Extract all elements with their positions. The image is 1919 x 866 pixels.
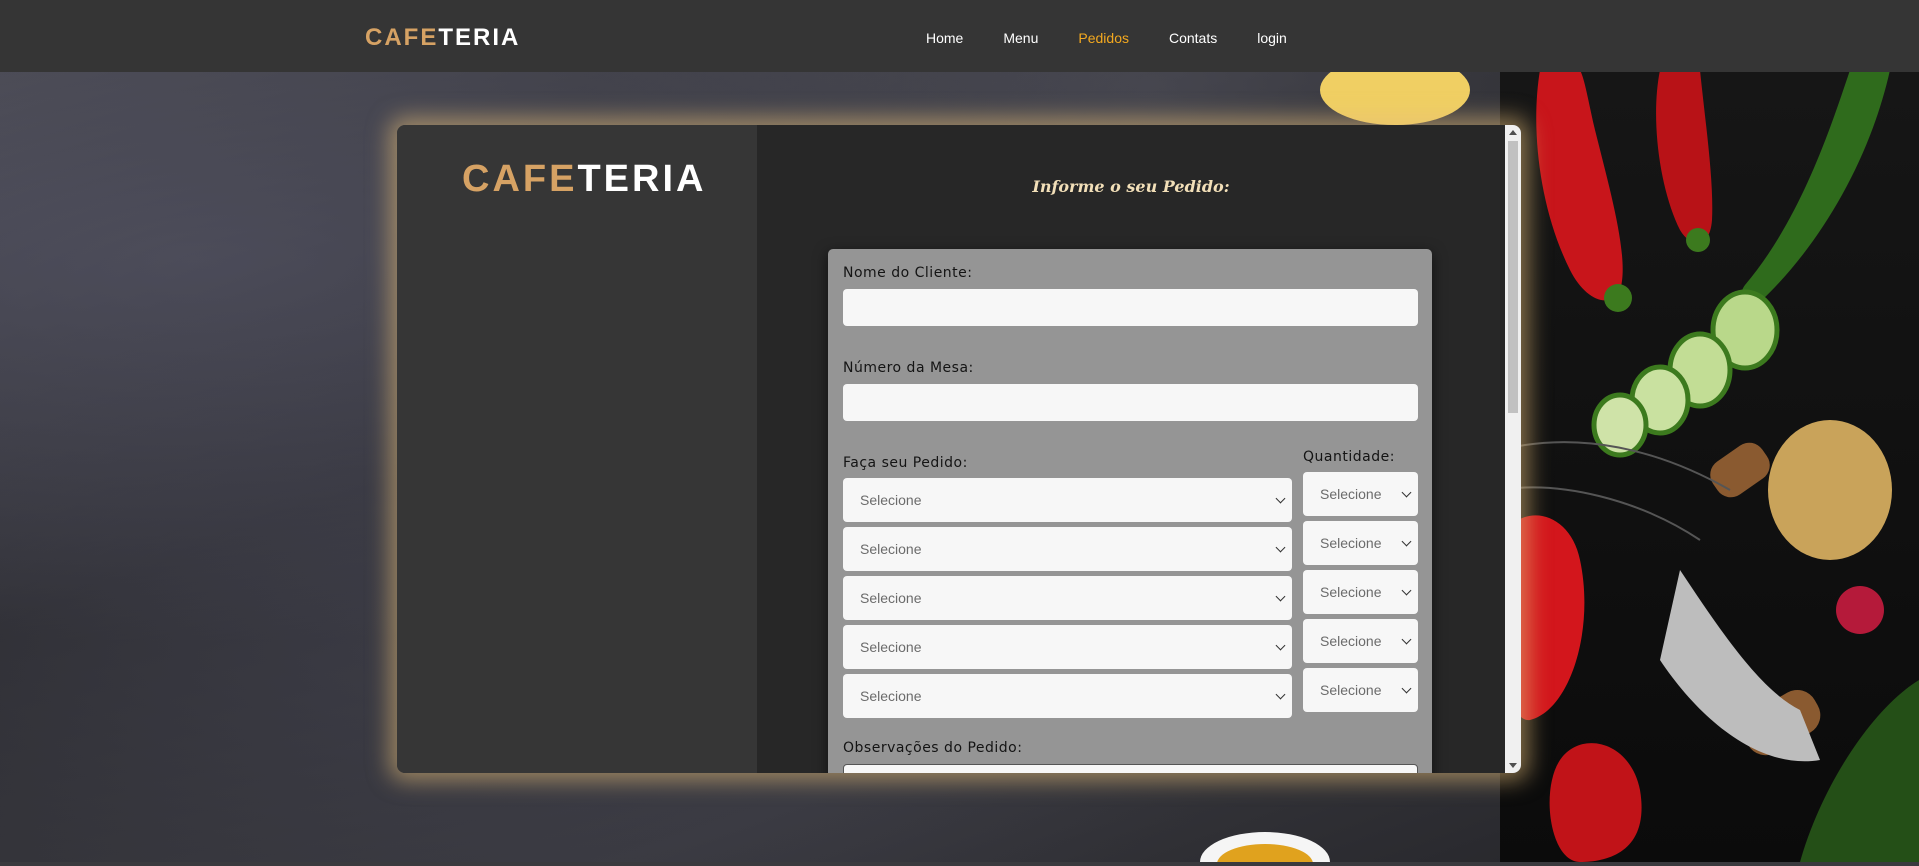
card-scrollbar[interactable]: [1505, 125, 1521, 773]
nav-menu[interactable]: Menu: [1003, 30, 1038, 46]
nav-pedidos[interactable]: Pedidos: [1078, 30, 1129, 46]
chevron-down-icon: [1275, 640, 1286, 651]
chevron-down-icon: [1275, 689, 1286, 700]
card-sidebar: CAFETERIA: [397, 125, 757, 773]
quantity-select-3-value: Selecione: [1320, 584, 1382, 600]
quantity-select-1[interactable]: Selecione: [1303, 472, 1418, 516]
top-navigation-bar: CAFETERIA Home Menu Pedidos Contats logi…: [0, 0, 1919, 72]
sidebar-brand-logo: CAFETERIA: [462, 158, 706, 201]
sidebar-brand-part1: CAFE: [462, 158, 578, 200]
vegetables-photo: [1500, 70, 1919, 862]
nav-home[interactable]: Home: [926, 30, 963, 46]
quantity-select-3[interactable]: Selecione: [1303, 570, 1418, 614]
brand-logo-part2: TERIA: [438, 24, 521, 51]
chevron-down-icon: [1401, 487, 1412, 498]
order-item-select-3-value: Selecione: [860, 590, 922, 606]
order-form: Nome do Cliente: Número da Mesa: Faça se…: [828, 249, 1432, 773]
notes-label: Observações do Pedido:: [843, 740, 1023, 756]
order-form-area: Informe o seu Pedido: Nome do Cliente: N…: [757, 125, 1505, 773]
order-item-select-2-value: Selecione: [860, 541, 922, 557]
order-item-select-3[interactable]: Selecione: [843, 576, 1292, 620]
nav-login[interactable]: login: [1257, 30, 1287, 46]
order-item-select-4-value: Selecione: [860, 639, 922, 655]
order-label: Faça seu Pedido:: [843, 455, 968, 471]
chevron-down-icon: [1275, 542, 1286, 553]
scroll-up-arrow-icon[interactable]: [1509, 130, 1517, 135]
client-name-label: Nome do Cliente:: [843, 265, 973, 281]
form-title: Informe o seu Pedido:: [1032, 177, 1230, 196]
quantity-select-2-value: Selecione: [1320, 535, 1382, 551]
order-item-select-5[interactable]: Selecione: [843, 674, 1292, 718]
main-nav: Home Menu Pedidos Contats login: [926, 30, 1287, 46]
vegetables-illustration: [1500, 70, 1919, 862]
order-item-select-1-value: Selecione: [860, 492, 922, 508]
scrollbar-thumb[interactable]: [1508, 141, 1518, 413]
quantity-label: Quantidade:: [1303, 449, 1395, 465]
brand-logo[interactable]: CAFETERIA: [365, 24, 520, 52]
order-card: CAFETERIA Informe o seu Pedido: Nome do …: [397, 125, 1521, 773]
corn-photo: [1305, 55, 1485, 130]
chevron-down-icon: [1275, 493, 1286, 504]
bowl-photo: [1195, 830, 1335, 866]
quantity-select-4[interactable]: Selecione: [1303, 619, 1418, 663]
chevron-down-icon: [1401, 683, 1412, 694]
quantity-select-5-value: Selecione: [1320, 682, 1382, 698]
order-item-select-2[interactable]: Selecione: [843, 527, 1292, 571]
notes-textarea[interactable]: [843, 764, 1418, 773]
order-item-select-1[interactable]: Selecione: [843, 478, 1292, 522]
quantity-select-4-value: Selecione: [1320, 633, 1382, 649]
table-number-label: Número da Mesa:: [843, 360, 974, 376]
quantity-select-1-value: Selecione: [1320, 486, 1382, 502]
scroll-down-arrow-icon[interactable]: [1509, 763, 1517, 768]
client-name-input[interactable]: [843, 289, 1418, 326]
sidebar-brand-part2: TERIA: [577, 158, 707, 200]
brand-logo-part1: CAFE: [365, 24, 439, 51]
chevron-down-icon: [1401, 634, 1412, 645]
quantity-select-2[interactable]: Selecione: [1303, 521, 1418, 565]
order-item-select-4[interactable]: Selecione: [843, 625, 1292, 669]
quantity-select-5[interactable]: Selecione: [1303, 668, 1418, 712]
nav-contats[interactable]: Contats: [1169, 30, 1217, 46]
chevron-down-icon: [1275, 591, 1286, 602]
table-number-input[interactable]: [843, 384, 1418, 421]
chevron-down-icon: [1401, 536, 1412, 547]
order-item-select-5-value: Selecione: [860, 688, 922, 704]
chevron-down-icon: [1401, 585, 1412, 596]
